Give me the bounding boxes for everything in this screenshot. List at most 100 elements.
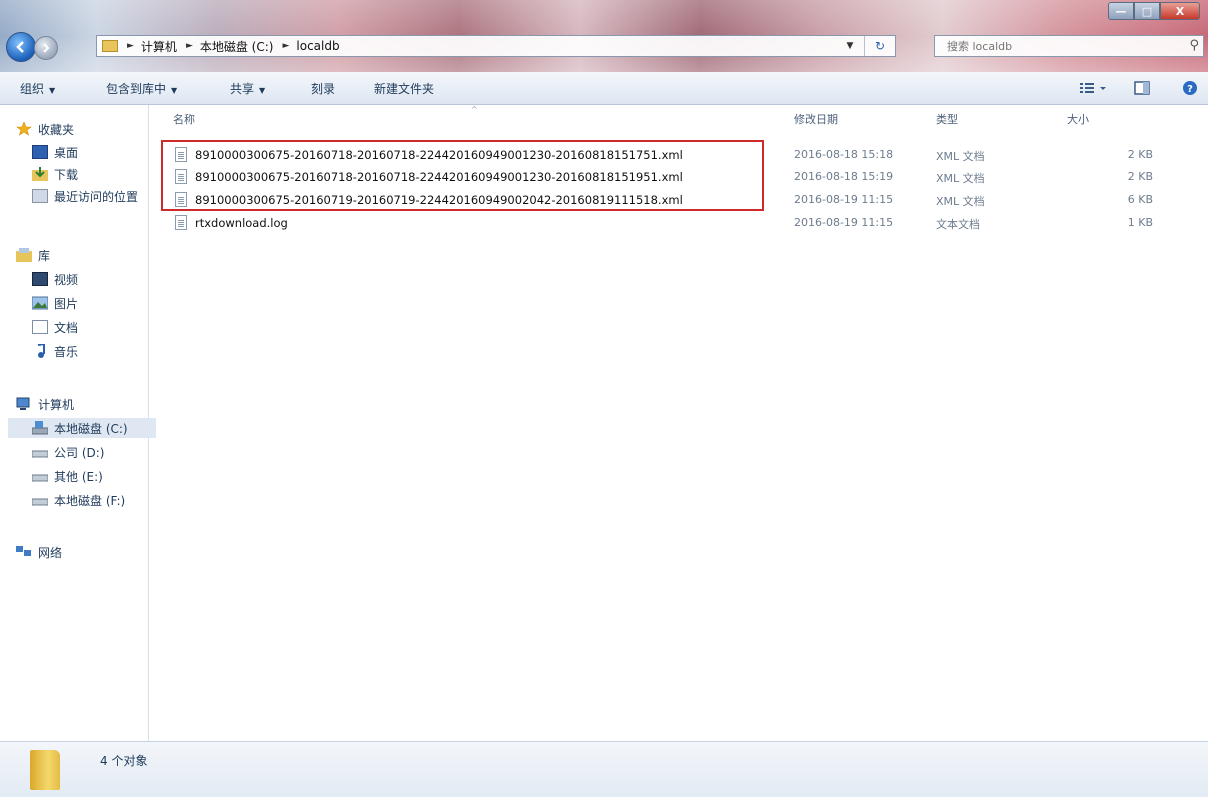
back-button[interactable]: [6, 32, 36, 62]
pictures-icon: [32, 296, 49, 310]
nav-pictures[interactable]: 图片: [32, 293, 148, 313]
breadcrumb-drive-c[interactable]: 本地磁盘 (C:): [200, 38, 274, 55]
selection-highlight-box: [161, 140, 764, 211]
nav-computer[interactable]: 计算机: [16, 394, 148, 414]
nav-drive-f-label: 本地磁盘 (F:): [54, 493, 126, 508]
file-type: XML 文档: [936, 195, 985, 208]
nav-documents-label: 文档: [54, 320, 79, 335]
chevron-down-icon: ▼: [49, 86, 56, 95]
navigation-pane: 收藏夹 桌面 下载 最近访问的位置 库 视频 图片 文档 音乐 计算机 本地磁盘…: [0, 105, 156, 741]
new-folder-button[interactable]: 新建文件夹: [374, 80, 434, 97]
nav-computer-label: 计算机: [38, 397, 75, 412]
search-icon[interactable]: ⚲: [1189, 38, 1199, 53]
nav-music[interactable]: 音乐: [32, 341, 148, 361]
include-in-library-label: 包含到库中: [106, 82, 167, 96]
nav-favorites[interactable]: 收藏夹: [16, 119, 148, 139]
nav-drive-d-label: 公司 (D:): [54, 445, 105, 460]
share-label: 共享: [230, 82, 255, 96]
window-controls: — □ X: [1108, 2, 1200, 20]
nav-drive-e[interactable]: 其他 (E:): [32, 466, 148, 486]
nav-desktop[interactable]: 桌面: [32, 142, 148, 162]
view-options-button[interactable]: [1076, 78, 1112, 98]
nav-recent[interactable]: 最近访问的位置: [32, 186, 148, 206]
nav-drive-f[interactable]: 本地磁盘 (F:): [32, 490, 148, 510]
chevron-down-icon: ▼: [171, 86, 178, 95]
breadcrumb-localdb[interactable]: localdb: [296, 39, 339, 53]
hard-drive-icon: [32, 493, 49, 507]
help-button[interactable]: ?: [1180, 78, 1200, 98]
file-name: rtxdownload.log: [195, 216, 288, 230]
file-date: 2016-08-19 11:15: [794, 216, 894, 229]
folder-icon: [30, 750, 60, 790]
navigation-row: ► 计算机 ► 本地磁盘 (C:) ► localdb ▼ ↻ ⚲: [0, 30, 1208, 64]
chevron-right-icon: ►: [127, 41, 134, 51]
svg-text:?: ?: [1187, 84, 1193, 95]
chevron-right-icon: ►: [282, 41, 290, 51]
text-file-icon: [175, 215, 187, 230]
minimize-button[interactable]: —: [1108, 2, 1134, 20]
nav-downloads[interactable]: 下载: [32, 164, 148, 184]
nav-network[interactable]: 网络: [16, 542, 148, 562]
chevron-right-icon: ►: [185, 41, 193, 51]
command-toolbar: 组织 ▼ 包含到库中 ▼ 共享 ▼ 刻录 新建文件夹 ?: [0, 72, 1208, 105]
desktop-icon: [32, 145, 48, 159]
file-size: 1 KB: [1127, 216, 1153, 229]
folder-icon: [102, 40, 118, 52]
nav-drive-d[interactable]: 公司 (D:): [32, 442, 148, 462]
maximize-button[interactable]: □: [1134, 2, 1160, 20]
search-box[interactable]: ⚲: [934, 35, 1204, 57]
organize-button[interactable]: 组织 ▼: [20, 80, 55, 97]
view-list-icon: [1080, 83, 1106, 93]
nav-favorites-label: 收藏夹: [38, 122, 75, 137]
include-in-library-button[interactable]: 包含到库中 ▼: [106, 80, 177, 97]
item-count: 4 个对象: [100, 754, 148, 768]
forward-button[interactable]: [34, 36, 58, 60]
nav-desktop-label: 桌面: [54, 145, 79, 160]
nav-network-label: 网络: [38, 545, 63, 560]
share-button[interactable]: 共享 ▼: [230, 80, 265, 97]
nav-recent-label: 最近访问的位置: [54, 189, 139, 204]
video-icon: [32, 272, 48, 286]
column-header-date[interactable]: 修改日期: [794, 111, 838, 127]
system-drive-icon: [31, 421, 49, 435]
music-note-icon: [32, 342, 48, 358]
nav-drive-c[interactable]: 本地磁盘 (C:): [8, 418, 156, 438]
address-bar[interactable]: ► 计算机 ► 本地磁盘 (C:) ► localdb ▼ ↻: [96, 35, 896, 57]
breadcrumb-computer[interactable]: 计算机: [141, 38, 177, 55]
nav-documents[interactable]: 文档: [32, 317, 148, 337]
preview-pane-button[interactable]: [1131, 78, 1153, 98]
library-icon: [16, 248, 32, 262]
address-dropdown-icon[interactable]: ▼: [843, 36, 857, 56]
breadcrumb: ► 计算机 ► 本地磁盘 (C:) ► localdb: [118, 38, 340, 55]
file-date: 2016-08-18 15:19: [794, 170, 894, 183]
recent-places-icon: [32, 189, 48, 203]
file-type: XML 文档: [936, 150, 985, 163]
sort-indicator-icon: ^: [471, 105, 478, 114]
file-size: 6 KB: [1127, 193, 1153, 206]
organize-label: 组织: [20, 82, 45, 96]
forward-arrow-icon: [43, 43, 50, 53]
chevron-down-icon: ▼: [259, 86, 266, 95]
close-button[interactable]: X: [1160, 2, 1200, 20]
nav-drive-e-label: 其他 (E:): [54, 469, 103, 484]
file-row[interactable]: rtxdownload.log 2016-08-19 11:15 文本文档 1 …: [173, 212, 1173, 234]
column-header-size[interactable]: 大小: [1067, 111, 1089, 127]
burn-button[interactable]: 刻录: [311, 80, 335, 97]
back-arrow-icon: [16, 41, 24, 53]
refresh-button[interactable]: ↻: [864, 36, 895, 56]
nav-libraries[interactable]: 库: [16, 245, 148, 265]
details-pane: 4 个对象: [0, 741, 1208, 797]
nav-music-label: 音乐: [54, 344, 79, 359]
column-header-name[interactable]: 名称: [173, 111, 195, 127]
hard-drive-icon: [32, 445, 49, 459]
file-date: 2016-08-18 15:18: [794, 148, 894, 161]
column-header-type[interactable]: 类型: [936, 111, 958, 127]
nav-videos-label: 视频: [54, 272, 79, 287]
help-icon: ?: [1183, 81, 1197, 95]
file-size: 2 KB: [1127, 170, 1153, 183]
nav-pictures-label: 图片: [54, 296, 79, 311]
nav-videos[interactable]: 视频: [32, 269, 148, 289]
nav-drive-c-label: 本地磁盘 (C:): [54, 421, 128, 436]
network-icon: [16, 545, 32, 559]
search-input[interactable]: [945, 38, 1179, 54]
